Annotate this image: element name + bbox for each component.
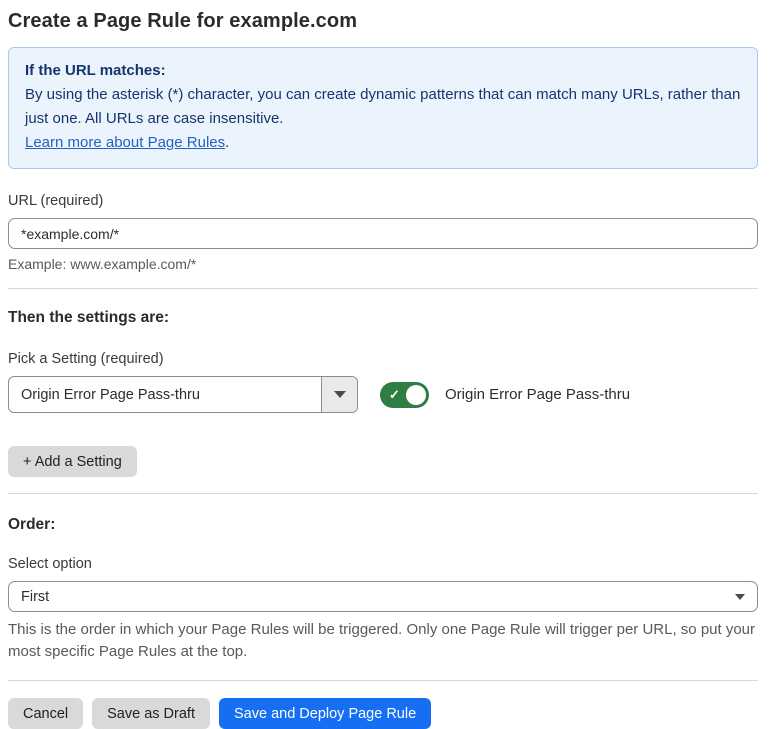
order-select[interactable]: First [8, 581, 758, 612]
order-select-label: Select option [8, 556, 92, 572]
page-title: Create a Page Rule for example.com [8, 10, 358, 32]
divider [8, 680, 758, 681]
setting-select[interactable]: Origin Error Page Pass-thru [8, 376, 358, 413]
url-match-info-box: If the URL matches: By using the asteris… [8, 47, 758, 169]
settings-section-heading: Then the settings are: [8, 309, 170, 326]
order-select-value: First [21, 588, 50, 605]
setting-select-value: Origin Error Page Pass-thru [21, 386, 200, 403]
learn-more-link[interactable]: Learn more about Page Rules [25, 134, 225, 151]
info-box-heading: If the URL matches: [25, 62, 166, 79]
info-box-link-line: Learn more about Page Rules. [25, 131, 741, 155]
url-input[interactable] [8, 218, 758, 249]
link-suffix: . [225, 134, 230, 151]
cancel-button[interactable]: Cancel [8, 698, 84, 729]
save-draft-button[interactable]: Save as Draft [92, 698, 210, 729]
toggle-knob [406, 384, 426, 405]
setting-select-arrow-button[interactable] [321, 377, 357, 412]
setting-toggle-label: Origin Error Page Pass-thru [445, 386, 631, 403]
pick-setting-label: Pick a Setting (required) [8, 351, 164, 367]
footer-actions: Cancel Save as Draft Save and Deploy Pag… [8, 698, 758, 729]
check-icon: ✓ [389, 386, 400, 402]
chevron-down-icon [735, 593, 745, 600]
divider [8, 493, 758, 494]
url-field-label: URL (required) [8, 193, 104, 209]
add-setting-button[interactable]: + Add a Setting [8, 446, 137, 477]
create-page-rule-panel: Create a Page Rule for example.com If th… [0, 0, 770, 729]
divider [8, 288, 758, 289]
setting-row: Origin Error Page Pass-thru ✓ Origin Err… [8, 376, 758, 413]
url-example-text: Example: www.example.com/* [8, 256, 197, 272]
info-box-body: By using the asterisk (*) character, you… [25, 86, 741, 127]
save-deploy-button[interactable]: Save and Deploy Page Rule [218, 698, 432, 729]
setting-toggle[interactable]: ✓ [380, 381, 429, 408]
chevron-down-icon [333, 391, 346, 398]
order-section-heading: Order: [8, 516, 56, 533]
order-help-text: This is the order in which your Page Rul… [8, 621, 756, 660]
